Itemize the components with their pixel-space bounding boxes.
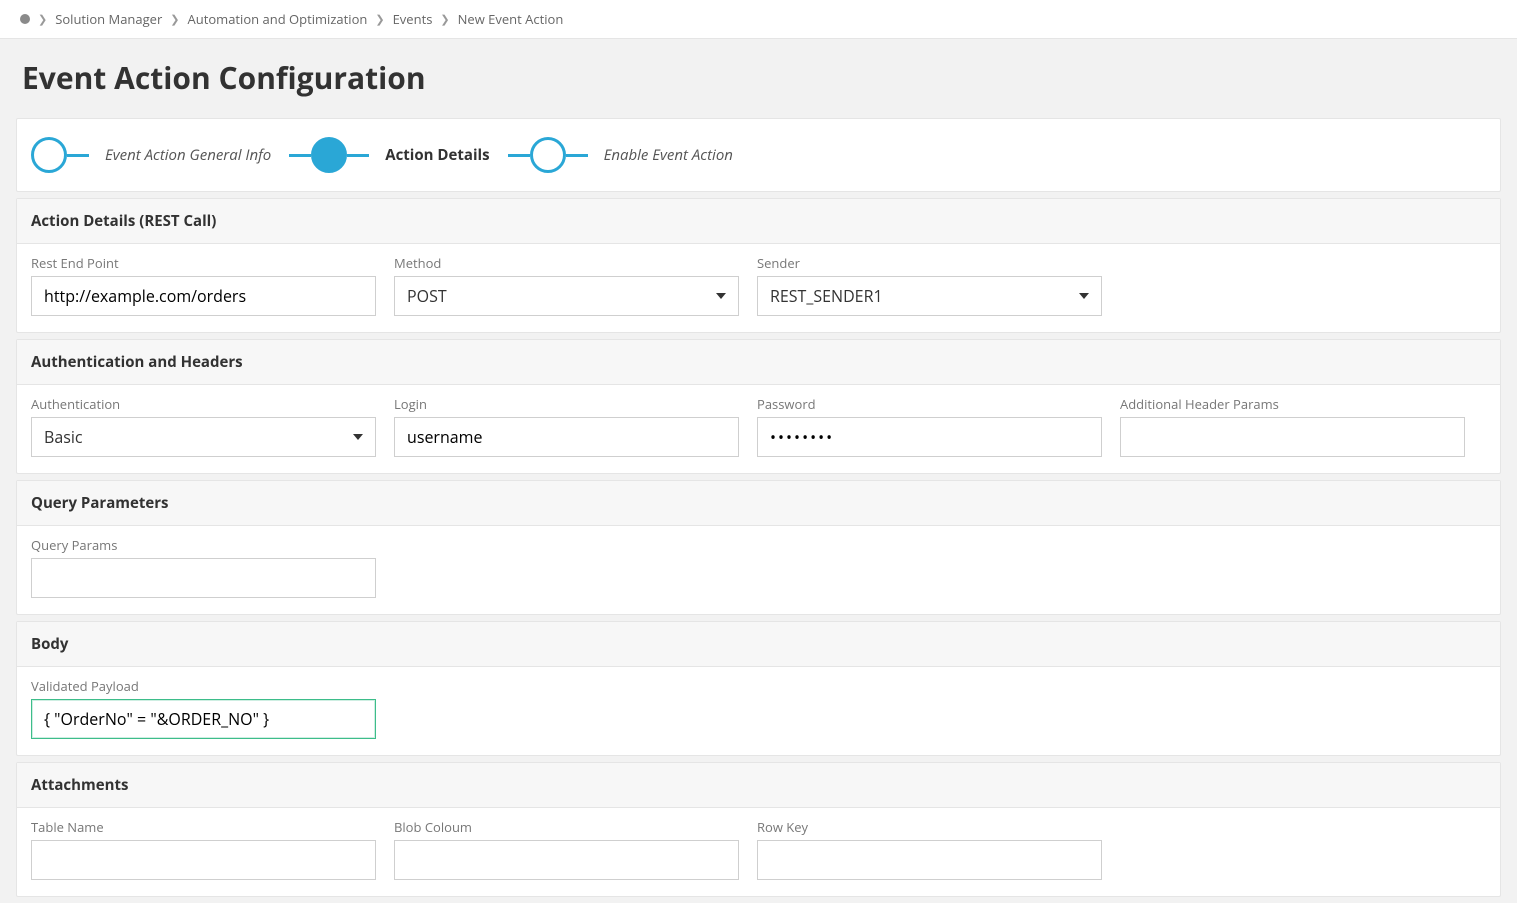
blob-column-input[interactable] bbox=[394, 840, 739, 880]
section-body: Body Validated Payload bbox=[16, 621, 1501, 756]
field-label: Additional Header Params bbox=[1120, 395, 1465, 413]
field-label: Rest End Point bbox=[31, 254, 376, 272]
login-text[interactable] bbox=[407, 418, 726, 456]
wizard-step-action-details[interactable]: Action Details bbox=[289, 137, 507, 173]
breadcrumb-item[interactable]: Solution Manager bbox=[55, 10, 162, 28]
wizard-step-circle-icon bbox=[31, 137, 67, 173]
section-query-parameters: Query Parameters Query Params bbox=[16, 480, 1501, 615]
wizard-step-label: Action Details bbox=[385, 145, 489, 165]
field-rest-endpoint: Rest End Point bbox=[31, 254, 376, 316]
field-authentication: Authentication Basic bbox=[31, 395, 376, 457]
table-name-input[interactable] bbox=[31, 840, 376, 880]
authentication-select[interactable]: Basic bbox=[31, 417, 376, 457]
chevron-right-icon: ❯ bbox=[38, 12, 47, 27]
chevron-down-icon bbox=[353, 434, 363, 440]
query-params-input[interactable] bbox=[31, 558, 376, 598]
sender-value: REST_SENDER1 bbox=[770, 285, 883, 307]
page-title: Event Action Configuration bbox=[0, 39, 1517, 112]
row-key-text[interactable] bbox=[770, 841, 1089, 879]
field-label: Validated Payload bbox=[31, 677, 376, 695]
field-label: Password bbox=[757, 395, 1102, 413]
rest-endpoint-text[interactable] bbox=[44, 277, 363, 315]
validated-payload-text[interactable] bbox=[44, 700, 363, 738]
field-label: Row Key bbox=[757, 818, 1102, 836]
method-select[interactable]: POST bbox=[394, 276, 739, 316]
login-input[interactable] bbox=[394, 417, 739, 457]
query-params-text[interactable] bbox=[44, 559, 363, 597]
wizard-step-circle-icon bbox=[311, 137, 347, 173]
wizard-connector-icon bbox=[347, 154, 369, 157]
field-validated-payload: Validated Payload bbox=[31, 677, 376, 739]
wizard-step-circle-icon bbox=[530, 137, 566, 173]
chevron-right-icon: ❯ bbox=[375, 12, 384, 27]
rest-endpoint-input[interactable] bbox=[31, 276, 376, 316]
password-text[interactable] bbox=[770, 418, 1089, 456]
field-additional-header-params: Additional Header Params bbox=[1120, 395, 1465, 457]
breadcrumb-item[interactable]: Events bbox=[393, 10, 433, 28]
sender-select[interactable]: REST_SENDER1 bbox=[757, 276, 1102, 316]
section-title: Attachments bbox=[17, 763, 1500, 808]
additional-header-params-input[interactable] bbox=[1120, 417, 1465, 457]
row-key-input[interactable] bbox=[757, 840, 1102, 880]
wizard-step-general-info[interactable]: Event Action General Info bbox=[31, 137, 289, 173]
field-label: Sender bbox=[757, 254, 1102, 272]
breadcrumb-item[interactable]: New Event Action bbox=[458, 10, 564, 28]
field-sender: Sender REST_SENDER1 bbox=[757, 254, 1102, 316]
breadcrumb-dot-icon bbox=[20, 14, 30, 24]
field-label: Table Name bbox=[31, 818, 376, 836]
field-label: Query Params bbox=[31, 536, 376, 554]
blob-column-text[interactable] bbox=[407, 841, 726, 879]
method-value: POST bbox=[407, 285, 447, 307]
section-attachments: Attachments Table Name Blob Coloum Row K… bbox=[16, 762, 1501, 897]
wizard-step-enable-event-action[interactable]: Enable Event Action bbox=[508, 137, 751, 173]
breadcrumb: ❯ Solution Manager ❯ Automation and Opti… bbox=[0, 0, 1517, 39]
wizard-connector-icon bbox=[67, 154, 89, 157]
validated-payload-input[interactable] bbox=[31, 699, 376, 739]
field-row-key: Row Key bbox=[757, 818, 1102, 880]
chevron-down-icon bbox=[1079, 293, 1089, 299]
section-title: Body bbox=[17, 622, 1500, 667]
breadcrumb-item[interactable]: Automation and Optimization bbox=[188, 10, 368, 28]
wizard-stepper: Event Action General Info Action Details… bbox=[16, 118, 1501, 192]
chevron-right-icon: ❯ bbox=[170, 12, 179, 27]
field-login: Login bbox=[394, 395, 739, 457]
section-title: Action Details (REST Call) bbox=[17, 199, 1500, 244]
table-name-text[interactable] bbox=[44, 841, 363, 879]
field-method: Method POST bbox=[394, 254, 739, 316]
wizard-connector-icon bbox=[508, 154, 530, 157]
field-label: Authentication bbox=[31, 395, 376, 413]
section-title: Query Parameters bbox=[17, 481, 1500, 526]
chevron-down-icon bbox=[716, 293, 726, 299]
wizard-connector-icon bbox=[566, 154, 588, 157]
section-title: Authentication and Headers bbox=[17, 340, 1500, 385]
wizard-step-label: Event Action General Info bbox=[105, 145, 271, 165]
field-table-name: Table Name bbox=[31, 818, 376, 880]
field-password: Password bbox=[757, 395, 1102, 457]
section-auth-headers: Authentication and Headers Authenticatio… bbox=[16, 339, 1501, 474]
chevron-right-icon: ❯ bbox=[440, 12, 449, 27]
password-input[interactable] bbox=[757, 417, 1102, 457]
additional-header-params-text[interactable] bbox=[1133, 418, 1452, 456]
field-label: Login bbox=[394, 395, 739, 413]
wizard-connector-icon bbox=[289, 154, 311, 157]
field-query-params: Query Params bbox=[31, 536, 376, 598]
section-action-details: Action Details (REST Call) Rest End Poin… bbox=[16, 198, 1501, 333]
wizard-step-label: Enable Event Action bbox=[604, 145, 733, 165]
authentication-value: Basic bbox=[44, 426, 83, 448]
field-blob-column: Blob Coloum bbox=[394, 818, 739, 880]
field-label: Method bbox=[394, 254, 739, 272]
field-label: Blob Coloum bbox=[394, 818, 739, 836]
